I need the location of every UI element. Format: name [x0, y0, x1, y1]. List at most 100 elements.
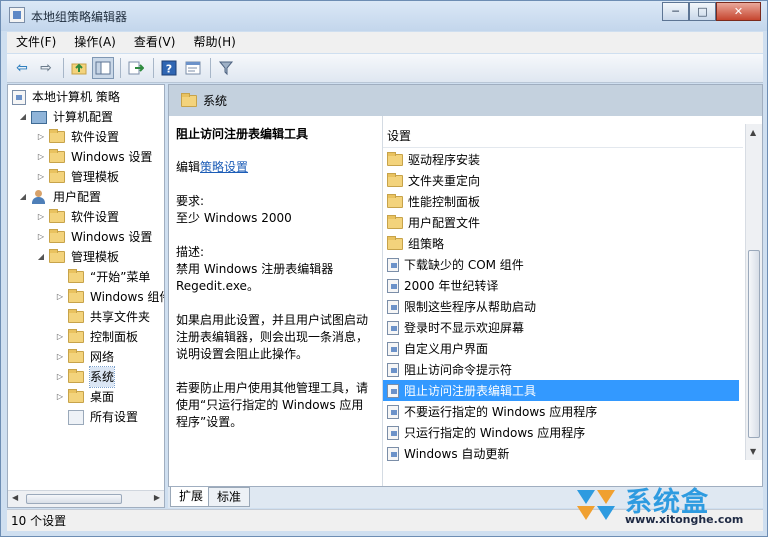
scroll-left-arrow-icon[interactable]: ◀: [12, 493, 18, 502]
tree-item-label: 计算机配置: [53, 110, 114, 124]
list-item-policy[interactable]: Windows 自动更新: [383, 443, 739, 464]
policy-icon: [12, 89, 26, 105]
show-hide-tree-icon[interactable]: [92, 57, 114, 79]
tree-item-network[interactable]: ▷ 网络: [55, 347, 114, 367]
expand-arrow-icon[interactable]: ▷: [36, 227, 46, 247]
close-button[interactable]: ✕: [716, 2, 761, 21]
list-item-policy[interactable]: 登录时不显示欢迎屏幕: [383, 317, 739, 338]
folder-icon: [49, 169, 65, 183]
tab-extended[interactable]: 扩展: [170, 487, 213, 507]
tree-item-control-panel[interactable]: ▷ 控制面板: [55, 327, 138, 347]
expand-arrow-icon[interactable]: ▷: [55, 387, 65, 407]
list-item-policy[interactable]: 2000 年世纪转译: [383, 275, 739, 296]
caption-buttons: ─ □ ✕: [662, 2, 761, 21]
list-item-policy[interactable]: 下载缺少的 COM 组件: [383, 254, 739, 275]
description-line: 使用“只运行指定的 Windows 应用: [176, 398, 364, 412]
description-label: 描述:: [176, 245, 205, 259]
edit-prefix: 编辑: [176, 160, 201, 174]
expand-arrow-icon[interactable]: ▷: [55, 327, 65, 347]
list-item-label: 2000 年世纪转译: [404, 279, 499, 293]
up-folder-icon[interactable]: [68, 57, 90, 79]
folder-icon: [387, 214, 403, 229]
tree-item-windows-components[interactable]: ▷ Windows 组件: [55, 287, 164, 307]
folder-icon: [68, 369, 84, 383]
scrollbar-thumb[interactable]: [26, 494, 122, 504]
list-item-user-profiles[interactable]: 用户配置文件: [383, 212, 739, 233]
toolbar-separator: [210, 58, 211, 78]
expand-arrow-icon[interactable]: ▷: [36, 147, 46, 167]
scroll-down-arrow-icon[interactable]: ▼: [750, 447, 756, 456]
list-item-policy[interactable]: 限制这些程序从帮助启动: [383, 296, 739, 317]
help-icon[interactable]: ?: [158, 57, 180, 79]
title-bar[interactable]: 本地组策略编辑器 ─ □ ✕: [1, 1, 767, 31]
expand-arrow-icon[interactable]: ▷: [55, 367, 65, 387]
scroll-up-arrow-icon[interactable]: ▲: [750, 128, 756, 137]
tree-item-start-menu[interactable]: “开始”菜单: [55, 267, 150, 287]
edit-policy-link[interactable]: 策略设置: [200, 160, 248, 174]
details-header: 系统: [169, 85, 762, 116]
user-icon: [31, 189, 47, 205]
list-item-label: 登录时不显示欢迎屏幕: [404, 321, 525, 335]
expand-arrow-icon[interactable]: ▷: [55, 347, 65, 367]
collapse-arrow-icon[interactable]: ◢: [36, 247, 46, 267]
expand-arrow-icon[interactable]: ▷: [36, 167, 46, 187]
window-title: 本地组策略编辑器: [31, 10, 128, 24]
tree-item-software-settings[interactable]: ▷ 软件设置: [36, 207, 119, 227]
list-item-driver-install[interactable]: 驱动程序安装: [383, 149, 739, 170]
tree-item-windows-settings[interactable]: ▷ Windows 设置: [36, 227, 152, 247]
expand-arrow-icon[interactable]: ▷: [36, 127, 46, 147]
edit-policy-line: 编辑策略设置: [176, 159, 376, 176]
menu-file[interactable]: 文件(F): [7, 32, 65, 53]
expand-arrow-icon[interactable]: ▷: [55, 287, 65, 307]
tree-item-label: 本地计算机 策略: [32, 90, 120, 104]
tab-standard[interactable]: 标准: [208, 487, 251, 507]
back-arrow-icon[interactable]: ⇦: [11, 57, 33, 79]
collapse-arrow-icon[interactable]: ◢: [18, 107, 28, 127]
scroll-right-arrow-icon[interactable]: ▶: [154, 493, 160, 502]
tree-item-local-policy[interactable]: 本地计算机 策略: [12, 87, 120, 107]
list-item-folder-redirection[interactable]: 文件夹重定向: [383, 170, 739, 191]
requirements-label: 要求:: [176, 194, 205, 208]
list-item-policy[interactable]: 自定义用户界面: [383, 338, 739, 359]
menu-view[interactable]: 查看(V): [125, 32, 185, 53]
minimize-button[interactable]: ─: [662, 2, 689, 21]
maximize-button[interactable]: □: [689, 2, 716, 21]
tree-item-windows-settings[interactable]: ▷ Windows 设置: [36, 147, 152, 167]
list-item-performance-panel[interactable]: 性能控制面板: [383, 191, 739, 212]
settings-list[interactable]: 设置 驱动程序安装 文件夹重定向 性能控制面板 用户配置文件 组策略 下载缺少的…: [383, 116, 762, 486]
tree-item-admin-templates[interactable]: ◢ 管理模板: [36, 247, 119, 267]
menu-help[interactable]: 帮助(H): [184, 32, 244, 53]
tree-item-all-settings[interactable]: 所有设置: [55, 407, 138, 427]
filter-icon[interactable]: [215, 57, 237, 79]
list-item-group-policy[interactable]: 组策略: [383, 233, 739, 254]
description-line: 注册表编辑器，则会出现一条消息，: [176, 330, 369, 344]
list-item-policy[interactable]: 只运行指定的 Windows 应用程序: [383, 422, 739, 443]
list-item-label: 文件夹重定向: [408, 174, 481, 188]
tree-item-desktop[interactable]: ▷ 桌面: [55, 387, 114, 407]
watermark-logo-icon: [577, 490, 615, 520]
forward-arrow-icon[interactable]: ⇨: [35, 57, 57, 79]
tree-pane[interactable]: 本地计算机 策略 ◢ 计算机配置 ▷ 软件设置 ▷ Windows 设置 ▷ 管…: [7, 84, 165, 508]
collapse-arrow-icon[interactable]: ◢: [18, 187, 28, 207]
tree-item-shared-folders[interactable]: 共享文件夹: [55, 307, 150, 327]
tree-item-software-settings[interactable]: ▷ 软件设置: [36, 127, 119, 147]
list-item-policy[interactable]: 阻止访问命令提示符: [383, 359, 739, 380]
tree-item-user-config[interactable]: ◢ 用户配置: [18, 187, 101, 207]
tree-item-computer-config[interactable]: ◢ 计算机配置: [18, 107, 113, 127]
scrollbar-thumb[interactable]: [748, 250, 760, 438]
export-list-icon[interactable]: [125, 57, 147, 79]
properties-icon[interactable]: [182, 57, 204, 79]
list-item-policy-selected[interactable]: 阻止访问注册表编辑工具: [383, 380, 739, 401]
tree-item-system[interactable]: ▷ 系统: [55, 366, 116, 388]
details-pane: 系统 阻止访问注册表编辑工具 编辑策略设置 要求: 至少 Windows 200…: [168, 84, 763, 487]
requirements-block: 要求: 至少 Windows 2000: [176, 193, 376, 227]
tree-item-admin-templates[interactable]: ▷ 管理模板: [36, 167, 119, 187]
tree-horizontal-scrollbar[interactable]: ◀ ▶: [8, 490, 164, 507]
policy-setting-icon: [387, 341, 399, 356]
list-vertical-scrollbar[interactable]: ▲ ▼: [745, 124, 762, 460]
menu-action[interactable]: 操作(A): [65, 32, 125, 53]
expand-arrow-icon[interactable]: ▷: [36, 207, 46, 227]
list-item-policy[interactable]: 不要运行指定的 Windows 应用程序: [383, 401, 739, 422]
column-header-settings[interactable]: 设置: [383, 124, 743, 148]
list-item-label: Windows 自动更新: [404, 447, 510, 461]
